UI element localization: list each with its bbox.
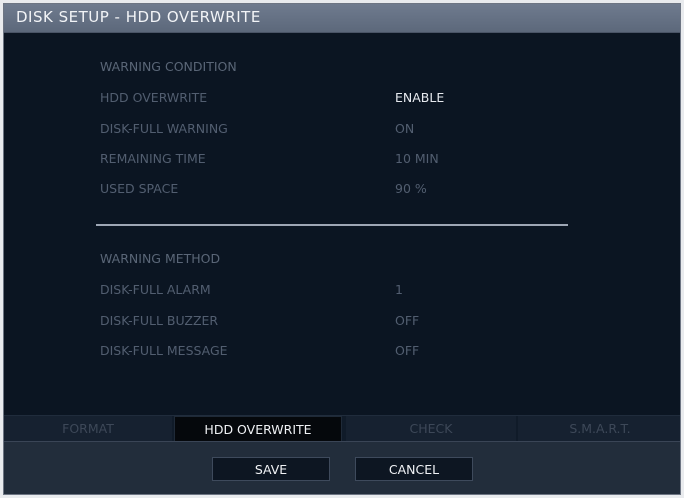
warning-method-heading: WARNING METHOD (100, 251, 221, 266)
cancel-button[interactable]: CANCEL (355, 457, 473, 481)
settings-panel: WARNING CONDITION HDD OVERWRITE ENABLE D… (4, 33, 680, 415)
disk-setup-window: DISK SETUP - HDD OVERWRITE WARNING CONDI… (3, 3, 681, 495)
remaining-time-value[interactable]: 10 MIN (395, 151, 439, 166)
section-divider (96, 224, 568, 226)
used-space-value[interactable]: 90 % (395, 181, 427, 196)
title-bar: DISK SETUP - HDD OVERWRITE (4, 4, 680, 33)
disk-full-buzzer-label: DISK-FULL BUZZER (100, 313, 219, 328)
disk-full-message-label: DISK-FULL MESSAGE (100, 343, 228, 358)
hdd-overwrite-value[interactable]: ENABLE (395, 90, 444, 105)
save-button[interactable]: SAVE (212, 457, 330, 481)
tab-format[interactable]: FORMAT (4, 416, 172, 442)
warning-condition-heading: WARNING CONDITION (100, 59, 237, 74)
used-space-label: USED SPACE (100, 181, 179, 196)
hdd-overwrite-label: HDD OVERWRITE (100, 90, 208, 105)
disk-full-alarm-label: DISK-FULL ALARM (100, 282, 211, 297)
button-bar: SAVE CANCEL (4, 441, 680, 494)
disk-full-warning-label: DISK-FULL WARNING (100, 121, 228, 136)
disk-full-alarm-value[interactable]: 1 (395, 282, 403, 297)
tab-check[interactable]: CHECK (346, 416, 516, 442)
disk-full-warning-value[interactable]: ON (395, 121, 414, 136)
tab-bar: FORMAT HDD OVERWRITE CHECK S.M.A.R.T. (4, 415, 680, 442)
tab-smart[interactable]: S.M.A.R.T. (518, 416, 680, 442)
disk-full-buzzer-value[interactable]: OFF (395, 313, 419, 328)
window-title: DISK SETUP - HDD OVERWRITE (16, 8, 261, 26)
tab-hdd-overwrite[interactable]: HDD OVERWRITE (174, 416, 342, 442)
disk-full-message-value[interactable]: OFF (395, 343, 419, 358)
remaining-time-label: REMAINING TIME (100, 151, 206, 166)
